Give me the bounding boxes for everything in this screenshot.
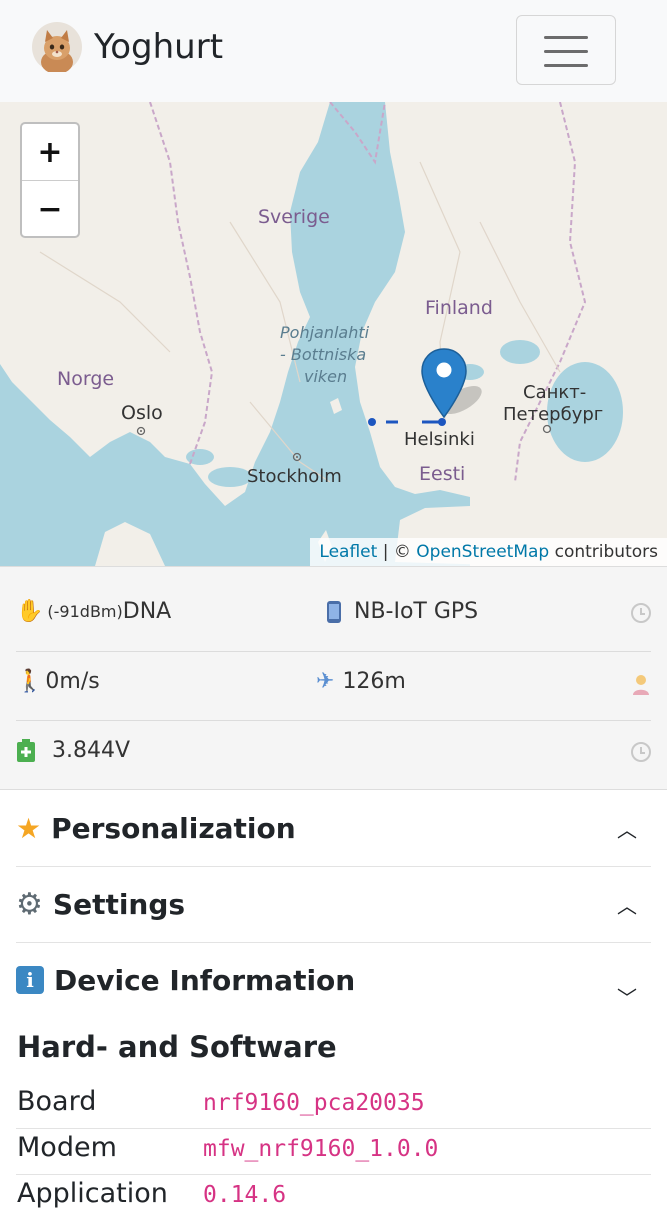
status-row: 3.844V xyxy=(16,720,651,789)
chevron-up-icon: ︿ xyxy=(617,817,637,842)
chevron-down-icon: ﹀ xyxy=(617,986,637,1010)
operator-name: DNA xyxy=(122,599,172,624)
map-label: Helsinki xyxy=(404,429,475,450)
map-label: Finland xyxy=(425,297,493,319)
zoom-control: + − xyxy=(20,122,80,238)
brand-name: Yoghurt xyxy=(94,27,224,67)
hamburger-line xyxy=(544,50,588,53)
status-row: ✋ (-91dBm) DNA NB-IoT GPS xyxy=(16,581,651,652)
network-type: NB-IoT GPS xyxy=(354,599,479,624)
walking-person-icon: 🚶 xyxy=(16,669,44,694)
speed-value: 0m/s xyxy=(45,669,100,694)
row-value: 0.14.6 xyxy=(203,1182,287,1208)
map-label: Sverige xyxy=(258,206,330,228)
device-status-panel: ✋ (-91dBm) DNA NB-IoT GPS 🚶 0m/s ✈ 126m … xyxy=(0,566,667,790)
map-label: Петербург xyxy=(503,404,604,425)
openstreetmap-link[interactable]: OpenStreetMap xyxy=(416,542,549,562)
menu-toggle-button[interactable] xyxy=(516,15,616,85)
chevron-up-icon: ︿ xyxy=(617,893,637,918)
signal-cell: ✋ (-91dBm) DNA xyxy=(16,599,171,624)
battery-icon xyxy=(17,738,35,762)
altitude-value: 126m xyxy=(342,669,406,694)
map-label: Eesti xyxy=(419,463,466,485)
hamburger-menu-icon xyxy=(544,36,588,39)
row-value: nrf9160_pca20035 xyxy=(203,1090,425,1116)
clock-icon xyxy=(631,742,651,762)
cat-avatar-icon xyxy=(32,22,82,72)
map-attribution: Leaflet | © OpenStreetMap contributors xyxy=(310,538,667,566)
map-label: Oslo xyxy=(121,402,163,424)
speed-cell: 🚶 0m/s xyxy=(16,669,100,694)
gear-icon: ⚙ xyxy=(16,886,43,922)
navbar: Yoghurt xyxy=(0,0,667,102)
hamburger-line xyxy=(544,64,588,67)
airplane-icon: ✈ xyxy=(316,669,335,694)
altitude-cell: ✈ 126m xyxy=(316,669,406,694)
leaflet-link[interactable]: Leaflet xyxy=(319,542,377,562)
row-key: Application xyxy=(17,1178,168,1209)
row-value: mfw_nrf9160_1.0.0 xyxy=(203,1136,439,1162)
map[interactable]: Sverige Finland Pohjanlahti - Bottniska … xyxy=(0,102,667,566)
accordion-personalization[interactable]: ★ Personalization ︿ xyxy=(16,790,651,867)
map-label: Stockholm xyxy=(247,466,342,487)
status-row: 🚶 0m/s ✈ 126m xyxy=(16,651,651,721)
table-row: Application 0.14.6 xyxy=(16,1174,651,1220)
attribution-tail: contributors xyxy=(549,542,658,562)
zoom-in-button[interactable]: + xyxy=(22,124,78,181)
brand-link[interactable]: Yoghurt xyxy=(32,22,223,72)
table-row: Board nrf9160_pca20035 xyxy=(16,1082,651,1129)
network-cell: NB-IoT GPS xyxy=(326,599,478,624)
accordion-title: Settings xyxy=(52,887,186,921)
signal-dbm: (-91dBm) xyxy=(47,602,123,621)
accordion-device-information[interactable]: i Device Information ﹀ xyxy=(16,942,651,1018)
attribution-separator: | © xyxy=(377,542,417,562)
section-heading: Hard- and Software xyxy=(17,1030,337,1064)
accordion-settings[interactable]: ⚙ Settings ︿ xyxy=(16,866,651,943)
waving-hand-icon: ✋ xyxy=(16,599,44,624)
map-label: Norge xyxy=(57,368,115,390)
zoom-out-button[interactable]: − xyxy=(22,181,78,237)
map-label: - Bottniska xyxy=(280,345,367,364)
accordion-title: Device Information xyxy=(54,963,356,997)
map-label: Pohjanlahti xyxy=(280,323,370,342)
accordion-title: Personalization xyxy=(51,811,296,845)
row-key: Board xyxy=(17,1086,97,1117)
battery-voltage: 3.844V xyxy=(52,738,131,763)
info-icon: i xyxy=(16,966,44,994)
map-label: Санкт- xyxy=(523,382,587,403)
map-label: viken xyxy=(304,367,348,386)
clock-icon xyxy=(631,603,651,623)
row-key: Modem xyxy=(17,1132,117,1163)
battery-cell: 3.844V xyxy=(16,738,130,763)
location-marker-icon[interactable] xyxy=(421,348,467,418)
star-icon: ★ xyxy=(16,811,42,845)
table-row: Modem mfw_nrf9160_1.0.0 xyxy=(16,1128,651,1175)
mobile-phone-icon xyxy=(327,600,341,623)
person-icon xyxy=(631,673,651,695)
